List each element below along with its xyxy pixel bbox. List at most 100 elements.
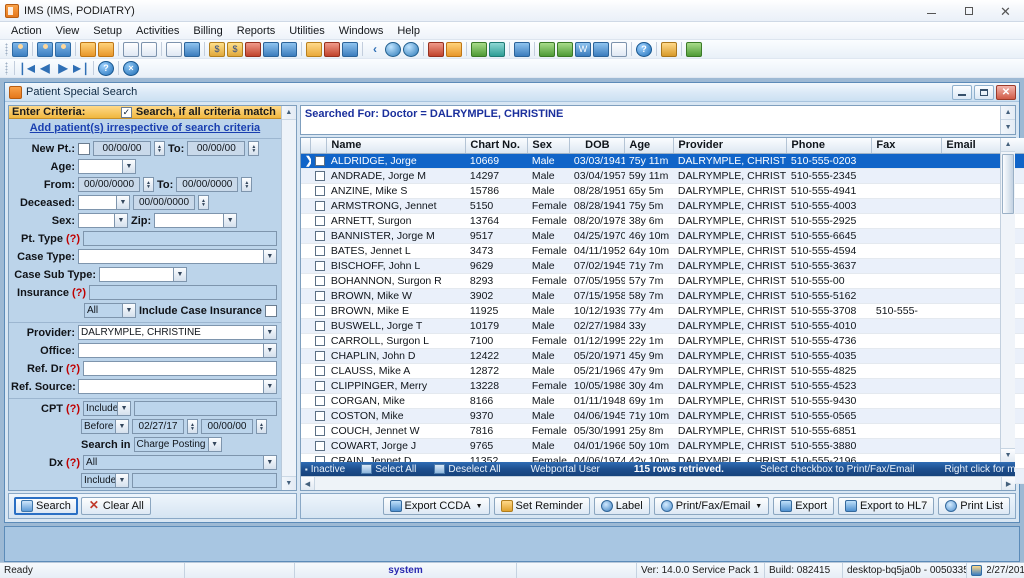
criteria-scroll-up-icon[interactable]: ▲ xyxy=(281,106,296,120)
column-header-name[interactable]: Name xyxy=(326,138,467,154)
maximize-button[interactable] xyxy=(950,0,987,22)
dx-include-chevron-down-icon[interactable]: ▼ xyxy=(115,473,129,488)
help-icon[interactable]: ? xyxy=(636,41,652,57)
row-checkbox[interactable] xyxy=(314,170,325,181)
row-checkbox[interactable] xyxy=(314,350,325,361)
cpt-input[interactable] xyxy=(134,401,277,416)
ledger-grid-icon[interactable] xyxy=(306,41,322,57)
ref-source-input[interactable] xyxy=(78,379,263,394)
exit-icon[interactable] xyxy=(686,41,702,57)
deceased-input[interactable] xyxy=(78,195,116,210)
table-row[interactable]: COUCH, Jennet W 7816 Female 05/30/1991 25y 8… xyxy=(300,423,1024,439)
new-pt-to-spinner[interactable]: ▲ ▼ xyxy=(248,141,260,156)
row-checkbox-cell[interactable] xyxy=(310,408,327,424)
new-pt-checkbox[interactable] xyxy=(78,142,90,155)
chevron-down-icon[interactable]: ▼ xyxy=(476,503,483,510)
ref-source-dropdown-chevron-down-icon[interactable]: ▼ xyxy=(262,379,277,394)
table-row[interactable]: ANZINE, Mike S 15786 Male 08/28/1951 65y 5m D… xyxy=(300,183,1024,199)
from-date-spinner[interactable]: ▲ ▼ xyxy=(143,177,154,192)
edit-note-icon[interactable] xyxy=(98,41,114,57)
row-checkbox[interactable] xyxy=(314,365,325,376)
export-button[interactable]: Export xyxy=(773,497,835,515)
cpt-before-select[interactable]: Before xyxy=(81,419,115,434)
row-checkbox-cell[interactable] xyxy=(310,213,327,229)
checkbox-header[interactable] xyxy=(310,138,328,154)
table-row[interactable]: CLAUSS, Mike A 12872 Male 05/21/1969 47y 9m D… xyxy=(300,363,1024,379)
pt-type-help-icon[interactable]: (?) xyxy=(66,233,80,245)
age-dropdown-chevron-down-icon[interactable]: ▼ xyxy=(122,159,136,174)
row-checkbox[interactable] xyxy=(314,290,325,301)
case-type-input[interactable] xyxy=(78,249,263,264)
cpt-before-chevron-down-icon[interactable]: ▼ xyxy=(115,419,129,434)
clear-all-button[interactable]: ✕ Clear All xyxy=(80,497,151,515)
column-header-provider[interactable]: Provider xyxy=(673,138,788,154)
match-all-checkbox[interactable]: ✓ xyxy=(120,106,132,118)
row-checkbox-cell[interactable] xyxy=(310,243,327,259)
row-checkbox-cell[interactable] xyxy=(310,423,327,439)
child-close-button[interactable]: ✕ xyxy=(996,84,1016,100)
results-scroll-left-icon[interactable]: ◀ xyxy=(300,477,315,490)
back-icon[interactable]: ‹ xyxy=(367,42,383,57)
appointment-icon[interactable] xyxy=(166,41,182,57)
table-row[interactable]: ARNETT, Surgon 13764 Female 08/20/1978 38y 6… xyxy=(300,213,1024,229)
results-vertical-scrollbar[interactable]: ▲ ▼ xyxy=(1000,138,1016,462)
case-type-dropdown-chevron-down-icon[interactable]: ▼ xyxy=(262,249,277,264)
new-pt-from-spinner[interactable]: ▲ ▼ xyxy=(154,141,165,156)
next-record-icon[interactable]: ▶ xyxy=(55,61,71,76)
row-checkbox-cell[interactable] xyxy=(310,393,327,409)
insurance-scope-select[interactable]: All xyxy=(84,303,122,318)
column-header-phone[interactable]: Phone xyxy=(786,138,873,154)
cpt-date-2-spinner[interactable]: ▲ ▼ xyxy=(256,419,267,434)
column-header-chart-no[interactable]: Chart No. xyxy=(465,138,529,154)
referral-icon[interactable] xyxy=(489,41,505,57)
export-to-hl7-button[interactable]: Export to HL7 xyxy=(838,497,935,515)
table-row[interactable]: BOHANNON, Surgon R 8293 Female 07/05/1959 57… xyxy=(300,273,1024,289)
search-button[interactable]: Search xyxy=(14,497,78,515)
sex-input[interactable] xyxy=(78,213,114,228)
menu-activities[interactable]: Activities xyxy=(129,23,186,39)
exchange-icon[interactable] xyxy=(557,41,573,57)
row-checkbox[interactable] xyxy=(314,155,325,166)
row-checkbox-cell[interactable] xyxy=(310,348,327,364)
zip-dropdown-chevron-down-icon[interactable]: ▼ xyxy=(223,213,238,228)
column-header-dob[interactable]: DOB xyxy=(569,138,626,154)
dx-scope-select[interactable]: All xyxy=(83,455,263,470)
row-checkbox[interactable] xyxy=(314,320,325,331)
alert-icon[interactable] xyxy=(342,41,358,57)
lab-flask-icon[interactable] xyxy=(141,41,157,57)
row-checkbox[interactable] xyxy=(314,200,325,211)
row-checkbox-cell[interactable] xyxy=(310,168,327,184)
results-hscroll-track[interactable] xyxy=(314,477,1002,490)
menu-setup[interactable]: Setup xyxy=(86,23,129,39)
report-builder-icon[interactable] xyxy=(428,41,444,57)
deceased-date[interactable]: 00/00/0000 xyxy=(133,195,195,210)
close-button[interactable]: ✕ xyxy=(987,0,1024,22)
row-checkbox-cell[interactable] xyxy=(310,273,327,289)
searched-scroll-up-icon[interactable]: ▲ xyxy=(1001,106,1016,120)
cpt-date-1-spinner[interactable]: ▲ ▼ xyxy=(187,419,198,434)
row-checkbox[interactable] xyxy=(314,380,325,391)
scheduler-icon[interactable] xyxy=(324,41,340,57)
ref-dr-input[interactable] xyxy=(83,361,277,376)
searched-scroll-down-icon[interactable]: ▼ xyxy=(1001,120,1015,134)
patient-icon[interactable] xyxy=(12,41,28,57)
sex-dropdown-chevron-down-icon[interactable]: ▼ xyxy=(114,213,128,228)
charge-posting-icon[interactable]: $ xyxy=(209,41,225,57)
label-button[interactable]: Label xyxy=(593,497,650,515)
last-record-icon[interactable]: ▶❘ xyxy=(73,61,89,76)
row-checkbox[interactable] xyxy=(314,440,325,451)
menu-help[interactable]: Help xyxy=(390,23,427,39)
menu-action[interactable]: Action xyxy=(4,23,49,39)
patient-check-icon[interactable] xyxy=(55,41,71,57)
row-checkbox-cell[interactable] xyxy=(310,378,327,394)
to-date-spinner[interactable]: ▲ ▼ xyxy=(241,177,253,192)
menu-reports[interactable]: Reports xyxy=(230,23,283,39)
results-scroll-thumb[interactable] xyxy=(1002,154,1015,214)
ref-dr-help-icon[interactable]: (?) xyxy=(66,363,80,375)
minimize-button[interactable] xyxy=(913,0,950,22)
row-checkbox[interactable] xyxy=(314,245,325,256)
column-header-sex[interactable]: Sex xyxy=(527,138,571,154)
report-preview-icon[interactable] xyxy=(446,41,462,57)
first-record-icon[interactable]: ❘◀ xyxy=(19,61,35,76)
email-icon[interactable] xyxy=(593,41,609,57)
